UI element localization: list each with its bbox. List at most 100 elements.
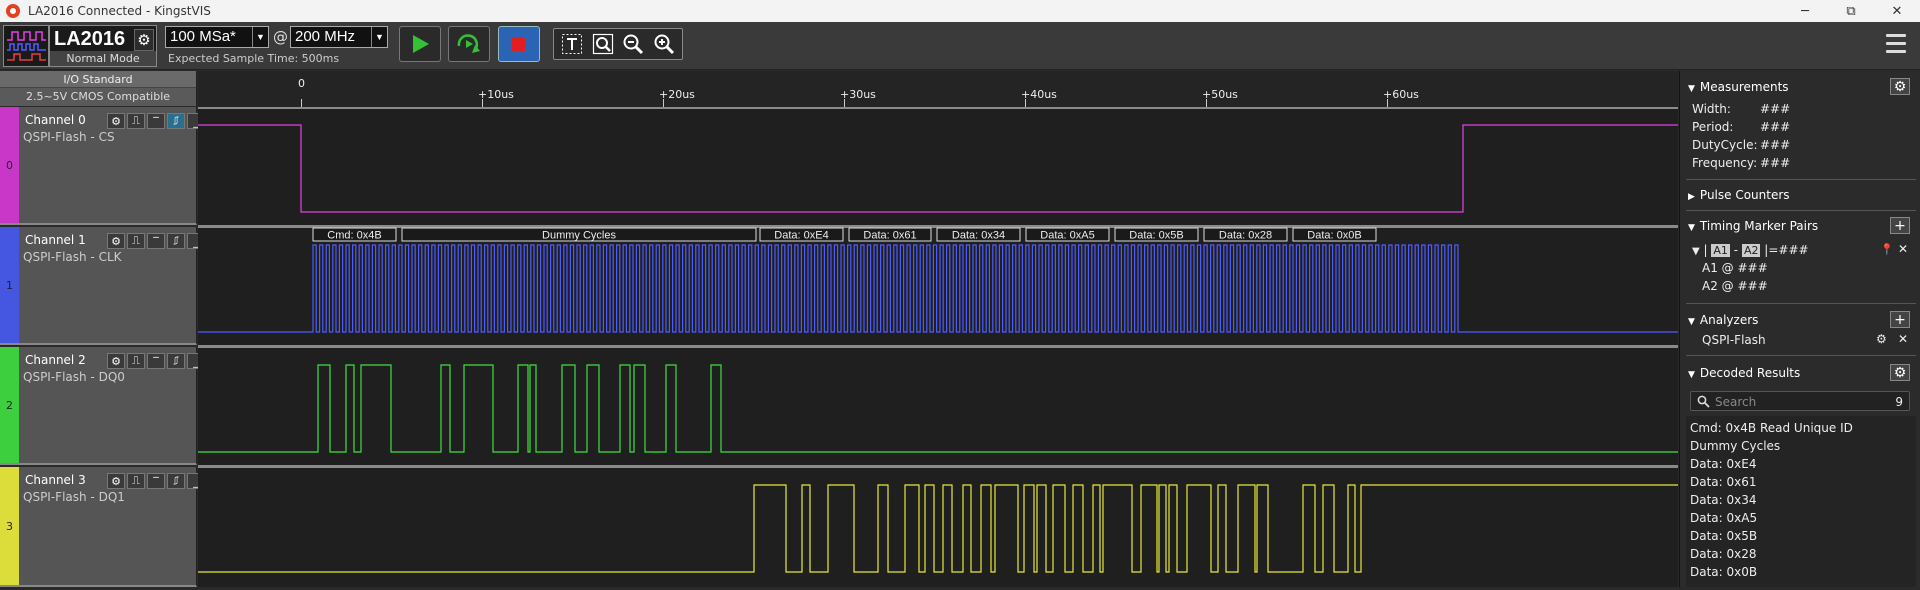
waveform-area[interactable]: Cmd: 0x4B Dummy Cycles Data: 0xE4 Data: 0x6… — [198, 106, 1699, 587]
window-title: LA2016 Connected - KingstVIS — [28, 4, 211, 18]
decode-label-box[interactable]: Data: 0x34 — [936, 227, 1021, 242]
add-analyzer-button[interactable]: + — [1890, 311, 1910, 328]
pulse-counters-section[interactable]: ▶ Pulse Counters — [1688, 188, 1790, 202]
remove-pair-close-icon[interactable]: ✕ — [1898, 242, 1908, 256]
results-count: 9 — [1895, 395, 1903, 409]
channel-description: QSPI-Flash - DQ0 — [23, 370, 125, 384]
zoom-fit-button[interactable] — [589, 30, 617, 58]
measurement-key: Frequency: — [1692, 156, 1758, 170]
ruler-tick — [1206, 99, 1207, 107]
trigger-falling-edge-icon[interactable]: ⎎ — [167, 113, 185, 129]
decode-label-box[interactable]: Data: 0xE4 — [759, 227, 844, 242]
start-button[interactable] — [399, 26, 441, 62]
decode-label-box[interactable]: Data: 0x28 — [1203, 227, 1288, 242]
analyzers-section[interactable]: ▼ Analyzers — [1688, 313, 1758, 327]
trigger-high-icon[interactable]: ‾ — [147, 233, 165, 249]
maximize-button[interactable]: ⧉ — [1828, 0, 1874, 22]
channel-settings-gear-icon[interactable]: ⚙ — [107, 113, 125, 129]
analyzer-settings-gear-icon[interactable]: ⚙ — [1876, 332, 1887, 346]
decode-label-box[interactable]: Data: 0x61 — [848, 227, 932, 242]
repeat-start-button[interactable] — [448, 26, 490, 62]
decoded-result-row[interactable]: Cmd: 0x4B Read Unique ID — [1690, 421, 1853, 435]
sample-frequency-select[interactable]: 200 MHz ▼ — [290, 26, 388, 48]
search-placeholder: Search — [1715, 395, 1757, 409]
trigger-falling-edge-icon[interactable]: ⎎ — [167, 233, 185, 249]
decode-label-box[interactable]: Dummy Cycles — [401, 227, 757, 242]
trigger-rising-edge-icon[interactable]: ⎍ — [127, 473, 145, 489]
trigger-rising-edge-icon[interactable]: ⎍ — [127, 353, 145, 369]
decode-label-box[interactable]: Data: 0x5B — [1114, 227, 1199, 242]
channel-description: QSPI-Flash - DQ1 — [23, 490, 125, 504]
channel-settings-gear-icon[interactable]: ⚙ — [107, 233, 125, 249]
loop-play-icon — [457, 34, 480, 53]
decode-label-box[interactable]: Cmd: 0x4B — [312, 227, 397, 242]
trigger-falling-edge-icon[interactable]: ⎎ — [167, 473, 185, 489]
channel-settings-gear-icon[interactable]: ⚙ — [107, 353, 125, 369]
channel-index: 2 — [6, 399, 13, 412]
trigger-falling-edge-icon[interactable]: ⎎ — [167, 353, 185, 369]
trigger-rising-edge-icon[interactable]: ⎍ — [127, 113, 145, 129]
ruler-tick-label: +30us — [840, 88, 876, 101]
sample-rate-value: 100 MSa* — [170, 28, 236, 45]
close-button[interactable]: ✕ — [1874, 0, 1920, 22]
device-selector[interactable]: LA2016 ⚙ Normal Mode — [49, 25, 157, 67]
decoded-result-row[interactable]: Dummy Cycles — [1690, 439, 1780, 453]
timing-pair-row[interactable]: ▼ | A1 - A2 |=### — [1692, 243, 1809, 257]
trigger-high-icon[interactable]: ‾ — [147, 473, 165, 489]
channel-settings-gear-icon[interactable]: ⚙ — [107, 473, 125, 489]
decoded-result-row[interactable]: Data: 0x5B — [1690, 529, 1757, 543]
decoded-search-input[interactable]: Search 9 — [1690, 391, 1910, 411]
channel-2-label-panel[interactable]: 2 Channel 2 QSPI-Flash - DQ0 ⚙ ⎍ ‾ ⎎ _ — [0, 347, 205, 465]
decoded-result-row[interactable]: Data: 0x61 — [1690, 475, 1757, 489]
analyzer-item[interactable]: QSPI-Flash — [1702, 333, 1766, 347]
device-settings-gear-icon[interactable]: ⚙ — [134, 29, 154, 51]
triangle-down-icon: ▼ — [1692, 246, 1700, 257]
trigger-high-icon[interactable]: ‾ — [147, 113, 165, 129]
zoom-in-button[interactable] — [650, 30, 678, 58]
decoded-result-row[interactable]: Data: 0x0B — [1690, 565, 1757, 579]
measurements-section[interactable]: ▼ Measurements — [1688, 80, 1789, 94]
zoom-out-button[interactable] — [619, 30, 647, 58]
pair-dash: - — [1733, 243, 1739, 257]
decoded-result-row[interactable]: Data: 0x34 — [1690, 493, 1757, 507]
io-standard-header[interactable]: I/O Standard 2.5~5V CMOS Compatible — [0, 71, 197, 106]
marker-a2-tag: A2 — [1741, 244, 1761, 257]
channel-0-label-panel[interactable]: 0 Channel 0 QSPI-Flash - CS ⚙ ⎍ ‾ ⎎ _ — [0, 107, 205, 225]
decoded-results-list[interactable]: Cmd: 0x4B Read Unique ID Dummy Cycles Data… — [1686, 416, 1916, 587]
decoded-settings-button[interactable]: ⚙ — [1890, 364, 1910, 381]
hamburger-menu-icon[interactable] — [1886, 34, 1906, 56]
ruler-tick-label: +60us — [1383, 88, 1419, 101]
channel-color-strip: 0 — [0, 107, 19, 223]
trigger-high-icon[interactable]: ‾ — [147, 353, 165, 369]
minimize-button[interactable]: ─ — [1782, 0, 1828, 22]
device-mode: Normal Mode — [50, 51, 156, 66]
divider — [1686, 179, 1916, 180]
sample-rate-select[interactable]: 100 MSa* ▼ — [165, 26, 269, 48]
decoded-result-row[interactable]: Data: 0xA5 — [1690, 511, 1757, 525]
channel-1-label-panel[interactable]: 1 Channel 1 QSPI-Flash - CLK ⚙ ⎍ ‾ ⎎ _ — [0, 227, 205, 345]
decode-label-box[interactable]: Data: 0x0B — [1292, 227, 1377, 242]
channel-color-strip: 2 — [0, 347, 19, 463]
channel-index: 0 — [6, 159, 13, 172]
decoded-results-section[interactable]: ▼ Decoded Results — [1688, 366, 1800, 380]
stop-button[interactable] — [498, 26, 540, 62]
device-name: LA2016 — [54, 28, 126, 50]
decoded-result-row[interactable]: Data: 0xE4 — [1690, 457, 1756, 471]
text-tool-button[interactable] — [558, 30, 586, 58]
chevron-down-icon: ▼ — [252, 27, 268, 47]
io-standard-value: 2.5~5V CMOS Compatible — [25, 90, 171, 103]
ruler-tick-label: +20us — [659, 88, 695, 101]
pin-icon[interactable]: 📍 — [1880, 243, 1894, 256]
remove-analyzer-close-icon[interactable]: ✕ — [1898, 332, 1908, 346]
decode-label-text: Data: 0x61 — [863, 230, 916, 242]
decoded-result-row[interactable]: Data: 0x28 — [1690, 547, 1757, 561]
time-ruler[interactable]: 0 +10us +20us +30us +40us +50us +60us — [198, 71, 1678, 107]
measurements-settings-button[interactable]: ⚙ — [1890, 78, 1910, 95]
decode-label-box[interactable]: Data: 0xA5 — [1025, 227, 1110, 242]
channel-color-strip: 3 — [0, 467, 19, 585]
channel-3-label-panel[interactable]: 3 Channel 3 QSPI-Flash - DQ1 ⚙ ⎍ ‾ ⎎ _ — [0, 467, 205, 587]
add-timing-pair-button[interactable]: + — [1890, 217, 1910, 234]
timing-marker-pairs-section[interactable]: ▼ Timing Marker Pairs — [1688, 219, 1818, 233]
trigger-rising-edge-icon[interactable]: ⎍ — [127, 233, 145, 249]
ruler-tick-label: +10us — [478, 88, 514, 101]
